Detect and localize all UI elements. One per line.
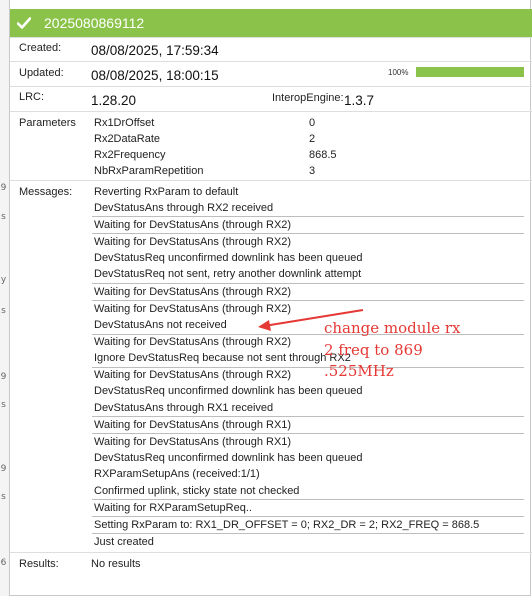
message-group-divider	[92, 416, 524, 417]
annotation-line: change module rx	[324, 319, 461, 337]
message-item: Waiting for DevStatusAns (through RX2)	[94, 369, 292, 381]
message-item: DevStatusAns through RX1 received	[94, 402, 274, 414]
panel-header: 2025080869112	[10, 9, 532, 37]
message-group-divider	[92, 367, 524, 368]
lrc-label: LRC:	[19, 91, 45, 103]
message-item: Ignore DevStatusReq because not sent thr…	[94, 352, 351, 364]
message-item: Waiting for DevStatusAns (through RX2)	[94, 236, 292, 248]
message-item: Waiting for DevStatusAns (through RX2)	[94, 336, 292, 348]
background-list-glyph: 9	[0, 183, 7, 193]
background-list-glyph: 9	[0, 464, 7, 474]
message-item: Just created	[94, 536, 154, 548]
divider	[10, 552, 532, 553]
parameters-label: Parameters	[19, 117, 76, 129]
param-value: 3	[309, 165, 316, 177]
message-group-divider	[92, 283, 524, 284]
message-group-divider	[92, 433, 524, 434]
interop-label: InteropEngine:	[272, 92, 344, 104]
background-list-glyph: s	[1, 400, 6, 410]
messages-label: Messages:	[19, 186, 73, 198]
message-item: Confirmed uplink, sticky state not check…	[94, 485, 300, 497]
progress-label: 100%	[388, 68, 409, 77]
background-list-glyph: s	[1, 492, 6, 502]
param-name: Rx2DataRate	[94, 133, 161, 145]
divider	[10, 111, 532, 112]
message-group-divider	[92, 533, 524, 534]
results-value: No results	[91, 558, 141, 570]
param-value: 868.5	[309, 149, 337, 161]
param-name: NbRxParamRepetition	[94, 165, 204, 177]
annotation-line: 2 freq to 869	[324, 341, 423, 359]
message-item: DevStatusReq unconfirmed downlink has be…	[94, 252, 363, 264]
background-list-glyph: y	[0, 275, 7, 285]
session-id-title: 2025080869112	[44, 15, 145, 31]
message-item: DevStatusReq not sent, retry another dow…	[94, 268, 362, 280]
interop-value: 1.3.7	[344, 93, 375, 108]
check-icon	[10, 17, 38, 29]
lrc-value: 1.28.20	[91, 93, 137, 108]
message-item: DevStatusReq unconfirmed downlink has be…	[94, 452, 363, 464]
annotation-line: .525MHz	[324, 362, 394, 380]
divider	[10, 180, 532, 181]
message-group-divider	[92, 499, 524, 500]
message-item: Waiting for DevStatusAns (through RX2)	[94, 286, 292, 298]
message-item: Setting RxParam to: RX1_DR_OFFSET = 0; R…	[94, 519, 480, 531]
param-value: 2	[309, 133, 316, 145]
updated-label: Updated:	[19, 67, 64, 79]
message-item: Waiting for DevStatusAns (through RX1)	[94, 419, 292, 431]
message-item: DevStatusAns not received	[94, 319, 227, 331]
created-label: Created:	[19, 42, 62, 54]
message-item: DevStatusAns through RX2 received	[94, 202, 274, 214]
message-item: Reverting RxParam to default	[94, 186, 239, 198]
divider	[10, 61, 532, 62]
message-item: Waiting for RXParamSetupReq..	[94, 502, 252, 514]
param-name: Rx1DrOffset	[94, 117, 155, 129]
created-value: 08/08/2025, 17:59:34	[91, 43, 219, 58]
progress-fill	[416, 67, 524, 77]
updated-value: 08/08/2025, 18:00:15	[91, 68, 219, 83]
message-item: Waiting for DevStatusAns (through RX2)	[94, 219, 292, 231]
message-item: RXParamSetupAns (received:1/1)	[94, 468, 260, 480]
divider	[10, 37, 532, 38]
progress-bar	[416, 67, 524, 77]
message-group-divider	[92, 216, 524, 217]
background-list-glyph: s	[1, 212, 6, 222]
message-group-divider	[92, 233, 524, 234]
message-item: Waiting for DevStatusAns (through RX1)	[94, 436, 292, 448]
detail-panel: 2025080869112 Created: 08/08/2025, 17:59…	[9, 0, 532, 596]
param-name: Rx2Frequency	[94, 149, 166, 161]
background-list-glyph: s	[1, 306, 6, 316]
param-value: 0	[309, 117, 316, 129]
message-group-divider	[92, 516, 524, 517]
message-group-divider	[92, 300, 524, 301]
background-list-glyph: 6	[0, 558, 7, 568]
divider	[10, 86, 532, 87]
results-label: Results:	[19, 558, 59, 570]
background-list-glyph: 9	[0, 372, 7, 382]
message-item: DevStatusReq unconfirmed downlink has be…	[94, 385, 363, 397]
